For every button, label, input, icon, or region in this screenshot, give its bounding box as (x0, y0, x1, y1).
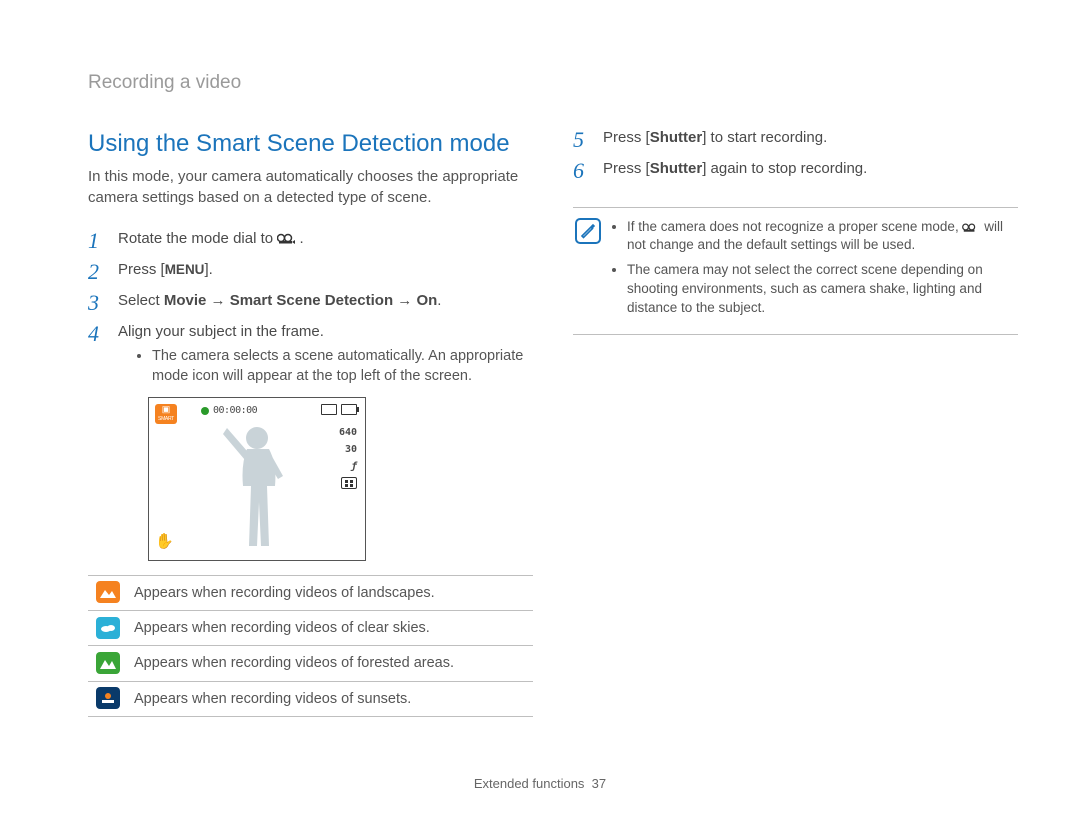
table-row: Appears when recording videos of clear s… (88, 611, 533, 646)
camera-screen-illustration: ▣ SMART 00:00:00 640 30 ƒ ✋ (148, 397, 366, 561)
note-item: If the camera does not recognize a prope… (627, 218, 1014, 256)
step-4: 4 Align your subject in the frame. The c… (88, 321, 533, 561)
menu-path-on: On (416, 292, 437, 309)
metering-icon (341, 477, 357, 489)
intro-paragraph: In this mode, your camera automatically … (88, 166, 533, 208)
sub-bullet-text: The camera selects a scene automatically… (152, 346, 533, 387)
table-row: Appears when recording videos of sunsets… (88, 681, 533, 716)
step-sub-bullet: The camera selects a scene automatically… (152, 346, 533, 387)
note-icon (575, 218, 601, 244)
step-number: 2 (88, 257, 99, 288)
scene-description: Appears when recording videos of foreste… (128, 646, 533, 681)
step-1: 1 Rotate the mode dial to . (88, 228, 533, 249)
step-text-suffix: ] again to stop recording. (702, 160, 867, 177)
right-column: 5 Press [Shutter] to start recording. 6 … (573, 127, 1018, 717)
step-2: 2 Press [MENU]. (88, 259, 533, 280)
step-number: 3 (88, 288, 99, 319)
step-text-suffix: ]. (204, 261, 212, 278)
resolution-readout: 640 (339, 426, 357, 440)
step-text: Press [ (603, 160, 650, 177)
scene-icon-table: Appears when recording videos of landsca… (88, 575, 533, 717)
footer-page-number: 37 (592, 776, 606, 791)
step-text: Press [ (603, 129, 650, 146)
arrow-icon: → (211, 292, 230, 309)
page-footer: Extended functions 37 (0, 775, 1080, 793)
curve-icon: ƒ (351, 460, 357, 474)
person-silhouette-icon (211, 416, 307, 556)
note-item: The camera may not select the correct sc… (627, 261, 1014, 318)
step-5: 5 Press [Shutter] to start recording. (573, 127, 1018, 148)
scene-description: Appears when recording videos of clear s… (128, 611, 533, 646)
memory-card-icon (321, 404, 337, 415)
scene-badge-icon (96, 581, 120, 603)
menu-path-ssd: Smart Scene Detection (230, 292, 393, 309)
step-text: Select (118, 292, 164, 309)
smart-mode-badge-icon: ▣ SMART (155, 404, 177, 424)
step-text-suffix: . (299, 230, 303, 247)
battery-icon (341, 404, 357, 415)
fps-readout: 30 (345, 443, 357, 457)
table-row: Appears when recording videos of landsca… (88, 575, 533, 610)
left-column: Using the Smart Scene Detection mode In … (88, 127, 533, 717)
step-text: Rotate the mode dial to (118, 230, 277, 247)
scene-badge-icon (96, 617, 120, 639)
step-number: 1 (88, 226, 99, 257)
movie-mode-icon (277, 229, 295, 241)
menu-button-label: MENU (165, 262, 205, 277)
step-3: 3 Select Movie → Smart Scene Detection →… (88, 290, 533, 311)
table-row: Appears when recording videos of foreste… (88, 646, 533, 681)
step-text: Align your subject in the frame. (118, 323, 324, 340)
menu-path-movie: Movie (164, 292, 207, 309)
scene-badge-icon (96, 652, 120, 674)
breadcrumb: Recording a video (88, 70, 1018, 97)
scene-description: Appears when recording videos of landsca… (128, 575, 533, 610)
record-indicator-icon (201, 407, 209, 415)
footer-section: Extended functions (474, 776, 585, 791)
scene-badge-icon (96, 687, 120, 709)
step-number: 6 (573, 156, 584, 187)
shutter-label: Shutter (650, 129, 703, 146)
step-number: 5 (573, 125, 584, 156)
shutter-label: Shutter (650, 160, 703, 177)
smart-movie-icon (962, 220, 980, 232)
note-box: If the camera does not recognize a prope… (573, 207, 1018, 335)
scene-description: Appears when recording videos of sunsets… (128, 681, 533, 716)
stabilizer-icon: ✋ (155, 531, 174, 552)
step-6: 6 Press [Shutter] again to stop recordin… (573, 158, 1018, 179)
step-text: Press [ (118, 261, 165, 278)
step-number: 4 (88, 319, 99, 350)
section-heading: Using the Smart Scene Detection mode (88, 127, 533, 161)
arrow-icon: → (397, 292, 416, 309)
step-text-suffix: ] to start recording. (702, 129, 827, 146)
